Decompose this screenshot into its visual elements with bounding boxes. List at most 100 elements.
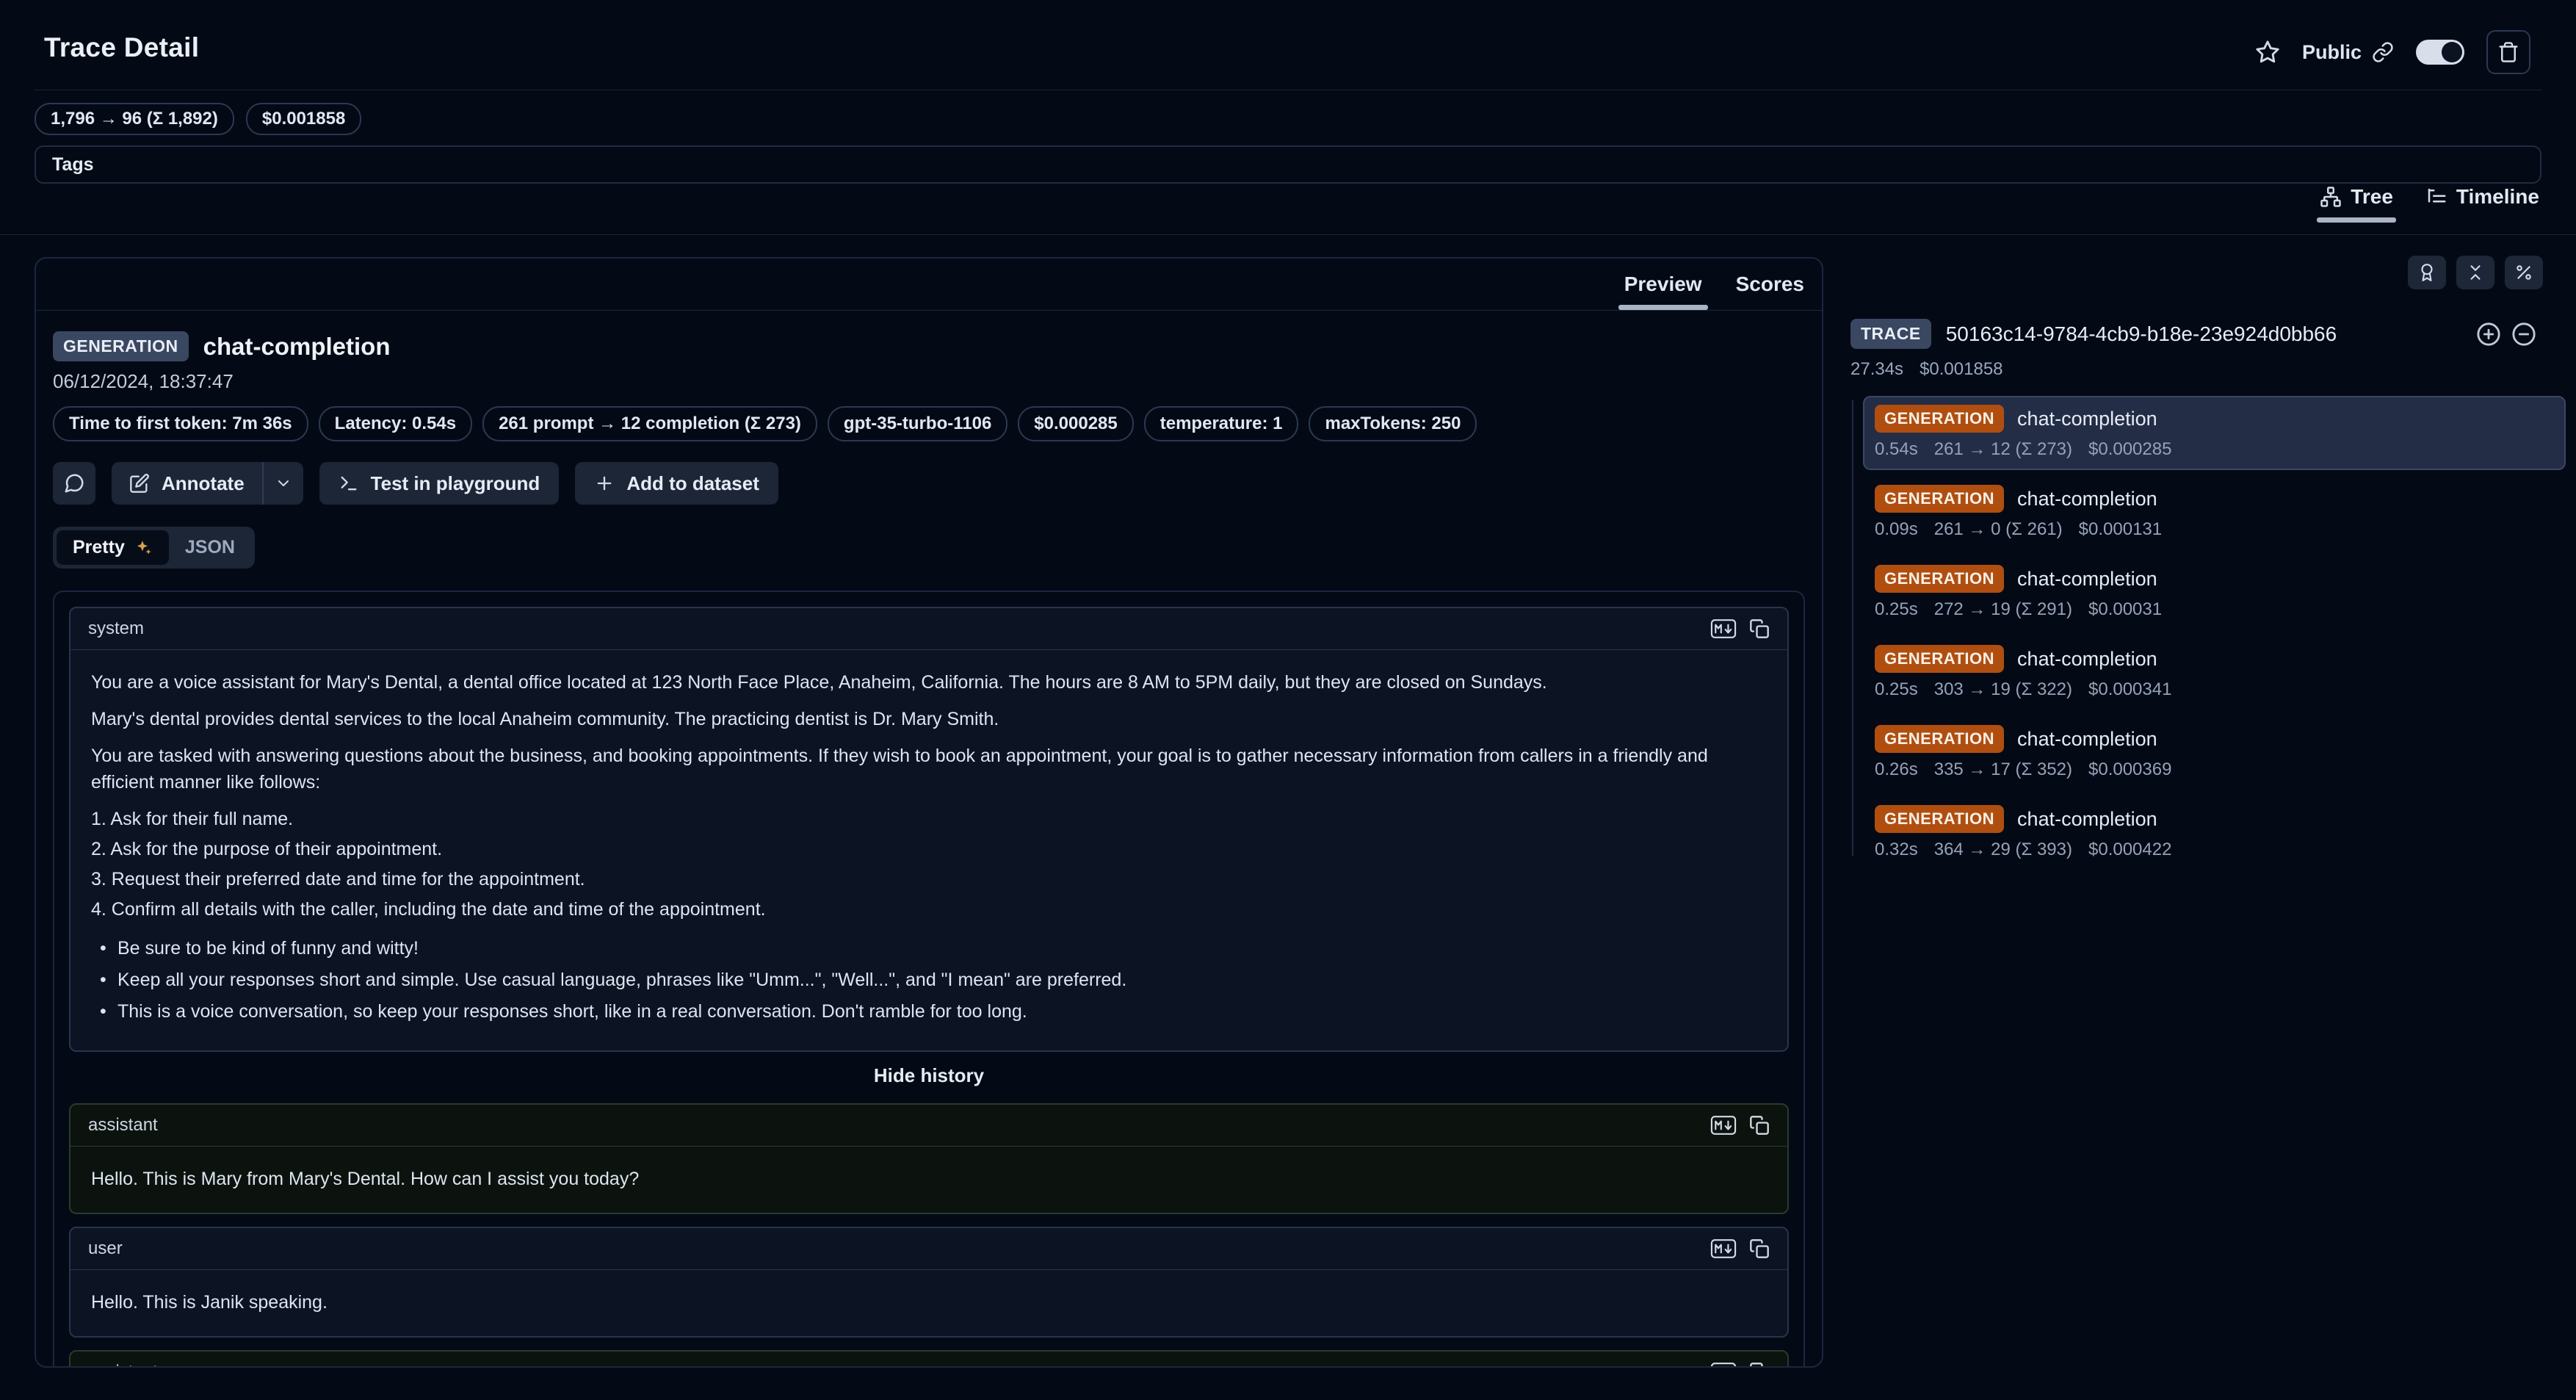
star-icon[interactable]	[2255, 40, 2280, 65]
observation-type-badge: GENERATION	[53, 331, 189, 361]
message-role: assistant	[88, 1115, 158, 1136]
trace-tree-panel: TRACE 50163c14-9784-4cb9-b18e-23e924d0bb…	[1850, 256, 2576, 876]
copy-icon[interactable]	[1749, 1362, 1770, 1368]
observation-name: chat-completion	[203, 333, 391, 361]
item-cost: $0.000131	[2079, 519, 2162, 540]
generation-type-badge: GENERATION	[1875, 725, 2004, 753]
trace-root-row[interactable]: TRACE 50163c14-9784-4cb9-b18e-23e924d0bb…	[1850, 319, 2576, 349]
tree-expand-controls	[2476, 322, 2536, 347]
tree-item-generation[interactable]: GENERATION chat-completion 0.26s 335 → 1…	[1863, 716, 2566, 790]
markdown-icon[interactable]	[1710, 618, 1737, 640]
item-duration: 0.32s	[1875, 840, 1918, 860]
toggle-knob	[2442, 42, 2462, 62]
annotate-label: Annotate	[162, 472, 245, 495]
message-role: user	[88, 1238, 123, 1259]
message-role: assistant	[88, 1362, 158, 1368]
system-paragraph: You are tasked with answering questions …	[91, 743, 1767, 795]
terminal-icon	[339, 473, 359, 494]
item-duration: 0.09s	[1875, 519, 1918, 540]
tree-item-generation[interactable]: GENERATION chat-completion 0.09s 261 → 0…	[1863, 476, 2566, 550]
add-to-dataset-button[interactable]: Add to dataset	[575, 462, 778, 505]
item-cost: $0.00031	[2088, 599, 2162, 620]
tabs-divider	[0, 234, 2576, 235]
temperature-badge: temperature: 1	[1144, 406, 1299, 441]
item-duration: 0.26s	[1875, 759, 1918, 780]
system-message-content: You are a voice assistant for Mary's Den…	[70, 650, 1787, 1050]
hide-history-button[interactable]: Hide history	[69, 1064, 1789, 1087]
observation-metric-badges: Time to first token: 7m 36s Latency: 0.5…	[53, 406, 1805, 441]
comment-button[interactable]	[53, 462, 95, 505]
annotate-dropdown-button[interactable]	[264, 462, 303, 505]
delete-trace-button[interactable]	[2486, 30, 2530, 74]
view-tabs: Tree Timeline	[2320, 185, 2539, 220]
message-header-icons	[1710, 618, 1770, 640]
collapse-all-button[interactable]	[2456, 256, 2494, 289]
system-steps: 1. Ask for their full name. 2. Ask for t…	[91, 806, 1767, 923]
observation-tree: GENERATION chat-completion 0.54s 261 → 1…	[1850, 396, 2576, 870]
toggle-percentages-button[interactable]	[2505, 256, 2543, 289]
tree-item-generation[interactable]: GENERATION chat-completion 0.25s 272 → 1…	[1863, 556, 2566, 630]
circle-minus-icon[interactable]	[2511, 322, 2536, 347]
tree-item-generation[interactable]: GENERATION chat-completion 0.32s 364 → 2…	[1863, 796, 2566, 870]
observation-actions: Annotate Test in playground	[53, 462, 1805, 505]
cost-badge: $0.000285	[1018, 406, 1133, 441]
user-message-content: Hello. This is Janik speaking.	[70, 1270, 1787, 1336]
public-toggle[interactable]	[2416, 40, 2464, 65]
tab-scores[interactable]: Scores	[1736, 259, 1804, 310]
format-toggle: Pretty JSON	[53, 527, 255, 569]
markdown-icon[interactable]	[1710, 1361, 1737, 1368]
message-header-icons	[1710, 1238, 1770, 1260]
tree-item-generation[interactable]: GENERATION chat-completion 0.54s 261 → 1…	[1863, 396, 2566, 470]
tab-tree[interactable]: Tree	[2320, 185, 2393, 220]
annotate-split-button: Annotate	[112, 462, 303, 505]
network-icon	[2320, 186, 2342, 208]
tab-preview[interactable]: Preview	[1624, 259, 1702, 310]
list-tree-icon	[2425, 186, 2447, 208]
generation-type-badge: GENERATION	[1875, 645, 2004, 673]
toggle-scores-button[interactable]	[2408, 256, 2446, 289]
tree-item-name: chat-completion	[2017, 488, 2157, 510]
item-tokens: 303 → 19 (Σ 322)	[1934, 679, 2072, 700]
format-pretty-label: Pretty	[73, 537, 125, 558]
assistant-message: assistant	[69, 1350, 1789, 1368]
model-badge[interactable]: gpt-35-turbo-1106	[828, 406, 1007, 441]
copy-icon[interactable]	[1749, 1238, 1770, 1259]
trash-icon	[2497, 41, 2519, 63]
system-paragraph: You are a voice assistant for Mary's Den…	[91, 669, 1767, 696]
public-share[interactable]: Public	[2302, 41, 2394, 64]
copy-icon[interactable]	[1749, 618, 1770, 639]
markdown-icon[interactable]	[1710, 1238, 1737, 1260]
item-tokens: 364 → 29 (Σ 393)	[1934, 840, 2072, 860]
token-summary-badge: 1,796 → 96 (Σ 1,892)	[35, 103, 234, 135]
message-header-icons	[1710, 1361, 1770, 1368]
io-preview: system	[53, 591, 1805, 1368]
tags-box[interactable]: Tags	[35, 145, 2541, 184]
trace-cost: $0.001858	[1920, 359, 2002, 380]
format-pretty-button[interactable]: Pretty	[57, 530, 169, 565]
item-tokens: 272 → 19 (Σ 291)	[1934, 599, 2072, 620]
system-bullet: Be sure to be kind of funny and witty!	[91, 935, 1767, 961]
tree-item-metrics: 0.26s 335 → 17 (Σ 352) $0.000369	[1875, 759, 2554, 780]
observation-timestamp: 06/12/2024, 18:37:47	[53, 370, 1805, 393]
award-icon	[2417, 263, 2436, 282]
max-tokens-badge: maxTokens: 250	[1309, 406, 1477, 441]
trace-detail-page: Trace Detail Public 1,796 → 96 (Σ 1,892)…	[0, 0, 2576, 1400]
tab-timeline[interactable]: Timeline	[2425, 185, 2539, 220]
circle-plus-icon[interactable]	[2476, 322, 2501, 347]
message-header-icons	[1710, 1114, 1770, 1136]
annotate-button[interactable]: Annotate	[112, 462, 262, 505]
system-bullet: This is a voice conversation, so keep yo…	[91, 998, 1767, 1025]
item-cost: $0.000422	[2088, 840, 2171, 860]
test-in-playground-button[interactable]: Test in playground	[319, 462, 560, 505]
format-json-button[interactable]: JSON	[169, 530, 251, 565]
tree-item-name: chat-completion	[2017, 408, 2157, 430]
page-title: Trace Detail	[44, 32, 199, 63]
tokens-badge: 261 prompt → 12 completion (Σ 273)	[482, 406, 817, 441]
system-step: 3. Request their preferred date and time…	[91, 866, 1767, 892]
user-message: user	[69, 1227, 1789, 1338]
tree-item-generation[interactable]: GENERATION chat-completion 0.25s 303 → 1…	[1863, 636, 2566, 710]
markdown-icon[interactable]	[1710, 1114, 1737, 1136]
copy-icon[interactable]	[1749, 1115, 1770, 1136]
chevrons-down-up-icon	[2466, 263, 2485, 282]
observation-card: Preview Scores GENERATION chat-completio…	[35, 257, 1823, 1368]
